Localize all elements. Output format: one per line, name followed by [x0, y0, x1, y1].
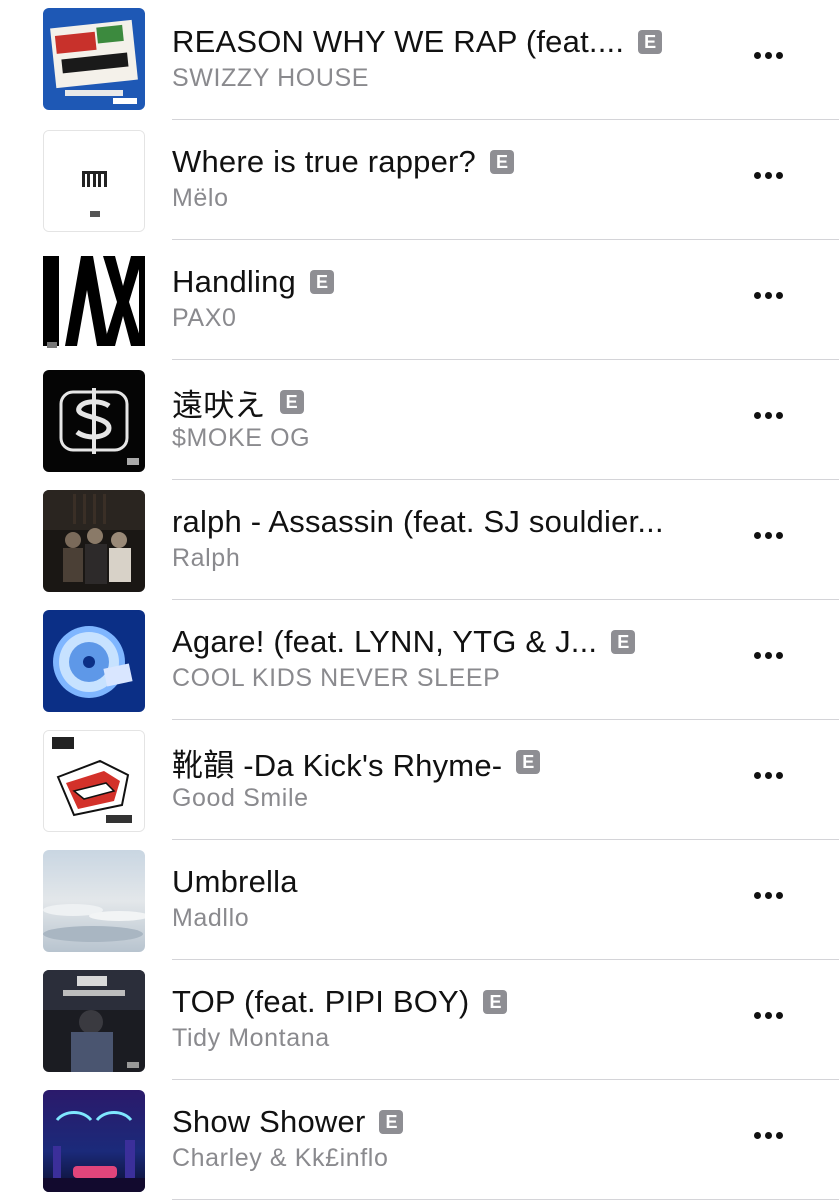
ellipsis-icon[interactable]: [754, 892, 783, 899]
track-artist: PAX0: [172, 304, 237, 332]
track-artist: Mëlo: [172, 184, 229, 212]
track-row[interactable]: Where is true rapper? E Mëlo: [0, 120, 839, 240]
ellipsis-icon[interactable]: [754, 1012, 783, 1019]
track-row[interactable]: Handling E PAX0: [0, 240, 839, 360]
track-title: Agare! (feat. LYNN, YTG & J...: [172, 624, 598, 659]
track-title: Where is true rapper?: [172, 144, 476, 179]
track-title: Show Shower: [172, 1104, 366, 1139]
ellipsis-icon[interactable]: [754, 652, 783, 659]
album-artwork[interactable]: [43, 730, 145, 832]
album-artwork[interactable]: [43, 970, 145, 1072]
track-row[interactable]: Show Shower E Charley & Kk£inflo: [0, 1080, 839, 1200]
album-artwork[interactable]: [43, 610, 145, 712]
track-artist: $MOKE OG: [172, 424, 311, 452]
track-artist: Ralph: [172, 544, 241, 572]
explicit-badge: E: [611, 630, 636, 654]
album-artwork[interactable]: [43, 490, 145, 592]
album-artwork[interactable]: [43, 850, 145, 952]
ellipsis-icon[interactable]: [754, 532, 783, 539]
track-title: Handling: [172, 264, 296, 299]
album-artwork[interactable]: [43, 1090, 145, 1192]
explicit-badge: E: [490, 150, 514, 174]
track-title: ralph - Assassin (feat. SJ souldier...: [172, 504, 664, 539]
track-artist: Madllo: [172, 904, 250, 932]
album-artwork[interactable]: [43, 370, 145, 472]
explicit-badge: E: [279, 390, 304, 414]
track-list: REASON WHY WE RAP (feat.... E SWIZZY HOU…: [0, 0, 839, 1200]
track-title: Umbrella: [172, 864, 298, 899]
track-artist: Good Smile: [172, 784, 309, 812]
track-title: 靴韻 -Da Kick's Rhyme-: [172, 747, 503, 783]
track-row[interactable]: Umbrella Madllo: [0, 840, 839, 960]
track-artist: COOL KIDS NEVER SLEEP: [172, 664, 501, 692]
album-artwork[interactable]: [43, 8, 145, 110]
track-row[interactable]: 遠吠え E $MOKE OG: [0, 360, 839, 480]
ellipsis-icon[interactable]: [754, 1132, 783, 1139]
track-artist: Charley & Kk£inflo: [172, 1144, 389, 1172]
track-row[interactable]: Agare! (feat. LYNN, YTG & J... E COOL KI…: [0, 600, 839, 720]
album-artwork[interactable]: [43, 250, 145, 352]
ellipsis-icon[interactable]: [754, 52, 783, 59]
explicit-badge: E: [379, 1110, 404, 1134]
album-artwork[interactable]: [43, 130, 145, 232]
explicit-badge: E: [638, 30, 663, 54]
track-row[interactable]: 靴韻 -Da Kick's Rhyme- E Good Smile: [0, 720, 839, 840]
explicit-badge: E: [483, 990, 508, 1014]
ellipsis-icon[interactable]: [754, 292, 783, 299]
track-row[interactable]: TOP (feat. PIPI BOY) E Tidy Montana: [0, 960, 839, 1080]
track-artist: Tidy Montana: [172, 1024, 330, 1052]
explicit-badge: E: [309, 270, 334, 294]
track-row[interactable]: ralph - Assassin (feat. SJ souldier... R…: [0, 480, 839, 600]
track-row[interactable]: REASON WHY WE RAP (feat.... E SWIZZY HOU…: [0, 0, 839, 120]
track-artist: SWIZZY HOUSE: [172, 64, 370, 92]
track-title: 遠吠え: [172, 387, 266, 423]
explicit-badge: E: [516, 750, 541, 774]
track-title: TOP (feat. PIPI BOY): [172, 984, 470, 1019]
track-title: REASON WHY WE RAP (feat....: [172, 24, 625, 59]
ellipsis-icon[interactable]: [754, 772, 783, 779]
ellipsis-icon[interactable]: [754, 412, 783, 419]
ellipsis-icon[interactable]: [754, 172, 783, 179]
